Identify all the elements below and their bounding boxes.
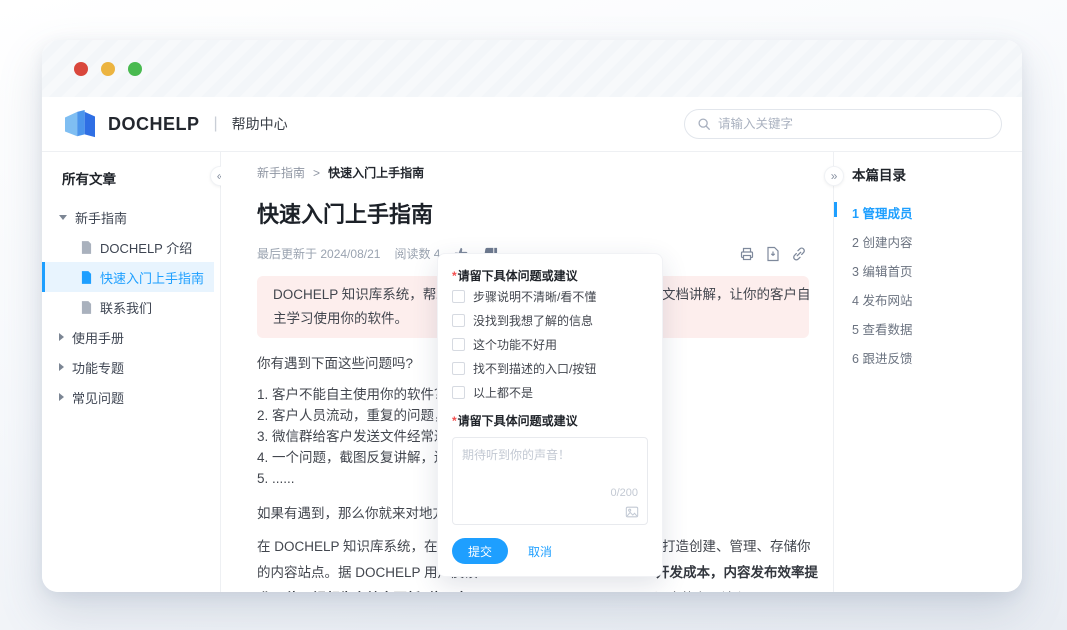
sidebar-item-feature-topics[interactable]: 功能专题 <box>42 352 214 382</box>
checkbox-label: 找不到描述的入口/按钮 <box>473 360 596 377</box>
window-titlebar <box>42 40 1022 97</box>
doc-icon <box>81 241 92 254</box>
search-box[interactable] <box>684 109 1002 139</box>
checkbox-label: 没找到我想了解的信息 <box>473 312 593 329</box>
checkbox[interactable] <box>452 314 465 327</box>
toc-item-view-data[interactable]: 5 查看数据 <box>834 314 1022 343</box>
checkbox-label: 以上都不是 <box>473 384 533 401</box>
dialog-section-label: *请留下具体问题或建议 <box>452 412 648 429</box>
doc-icon <box>81 271 92 284</box>
caret-right-icon <box>59 393 64 401</box>
print-icon[interactable] <box>739 246 755 262</box>
minimize-window-button[interactable] <box>101 62 115 76</box>
caret-right-icon <box>59 333 64 341</box>
required-mark: * <box>452 269 457 283</box>
toc-item-create-content[interactable]: 2 创建内容 <box>834 227 1022 256</box>
checkbox-label: 这个功能不好用 <box>473 336 557 353</box>
updated-date: 最后更新于 2024/08/21 <box>257 245 380 262</box>
dialog-section-label: *请留下具体问题或建议 <box>452 267 648 284</box>
feedback-textarea-wrap: 0/200 <box>452 437 648 525</box>
sidebar-item-xinshou-zhinan[interactable]: 新手指南 <box>42 202 214 232</box>
browser-window: DOCHELP | 帮助中心 所有文章 « 新手指南 <box>42 40 1022 592</box>
close-window-button[interactable] <box>74 62 88 76</box>
char-counter: 0/200 <box>610 487 638 499</box>
app-name: 帮助中心 <box>232 114 288 134</box>
tree-label: 常见问题 <box>72 388 124 407</box>
caret-right-icon <box>59 363 64 371</box>
caret-down-icon <box>59 215 67 220</box>
feedback-textarea[interactable] <box>453 438 647 490</box>
toc-panel: » 本篇目录 1 管理成员 2 创建内容 3 编辑首页 4 发布网站 5 查看数… <box>833 152 1022 592</box>
closing-text: 打造创建、管理、存储你 <box>662 534 811 560</box>
brand[interactable]: DOCHELP | 帮助中心 <box>62 109 288 139</box>
articles-sidebar: 所有文章 « 新手指南 DOCHELP 介绍 快速入门上手指南 <box>42 152 221 592</box>
breadcrumb-separator: > <box>313 166 320 180</box>
app-header: DOCHELP | 帮助中心 <box>42 97 1022 152</box>
closing-text: 识库的主要流程： <box>654 586 762 592</box>
toc-title: 本篇目录 <box>834 164 1022 184</box>
checkbox[interactable] <box>452 362 465 375</box>
checkbox-label: 步骤说明不清晰/看不懂 <box>473 288 596 305</box>
tree-label: 功能专题 <box>72 358 124 377</box>
checkbox[interactable] <box>452 338 465 351</box>
sidebar-item-dochelp-intro[interactable]: DOCHELP 介绍 <box>42 232 214 262</box>
toc-item-edit-homepage[interactable]: 3 编辑首页 <box>834 256 1022 285</box>
dochelp-logo-icon <box>62 109 98 139</box>
toc-item-publish-site[interactable]: 4 发布网站 <box>834 285 1022 314</box>
expand-toc-icon[interactable]: » <box>824 166 844 186</box>
export-doc-icon[interactable] <box>765 246 781 262</box>
closing-text: 升50倍，视频生产效率更新4倍，客 <box>257 591 469 592</box>
feedback-option-row[interactable]: 这个功能不好用 <box>452 333 648 356</box>
toc-item-follow-feedback[interactable]: 6 跟进反馈 <box>834 343 1022 372</box>
feedback-dialog: *请留下具体问题或建议 步骤说明不清晰/看不懂 没找到我想了解的信息 这个功能不… <box>437 253 663 577</box>
search-input[interactable] <box>718 117 989 131</box>
tree-label: 联系我们 <box>100 298 152 317</box>
breadcrumb-current: 快速入门上手指南 <box>328 164 424 181</box>
breadcrumb-parent[interactable]: 新手指南 <box>257 164 305 181</box>
attach-image-icon[interactable] <box>625 505 639 519</box>
tree-label: 新手指南 <box>75 208 127 227</box>
copy-link-icon[interactable] <box>791 246 807 262</box>
sidebar-title: 所有文章 <box>62 168 210 188</box>
cancel-button[interactable]: 取消 <box>528 543 552 560</box>
feedback-option-row[interactable]: 以上都不是 <box>452 381 648 404</box>
brand-name: DOCHELP <box>108 114 200 135</box>
tree-label: DOCHELP 介绍 <box>100 238 192 257</box>
brand-divider: | <box>214 115 218 133</box>
read-count: 阅读数 4 <box>394 245 440 262</box>
article-tree: 新手指南 DOCHELP 介绍 快速入门上手指南 联系我们 使用手册 <box>42 202 220 412</box>
feedback-option-row[interactable]: 找不到描述的入口/按钮 <box>452 357 648 380</box>
submit-button[interactable]: 提交 <box>452 538 508 564</box>
search-icon <box>697 117 711 131</box>
checkbox[interactable] <box>452 386 465 399</box>
toc-list: 1 管理成员 2 创建内容 3 编辑首页 4 发布网站 5 查看数据 6 跟进反… <box>834 198 1022 372</box>
tree-label: 使用手册 <box>72 328 124 347</box>
sidebar-item-faq[interactable]: 常见问题 <box>42 382 214 412</box>
maximize-window-button[interactable] <box>128 62 142 76</box>
tree-label: 快速入门上手指南 <box>100 268 204 287</box>
breadcrumb: 新手指南 > 快速入门上手指南 <box>257 164 809 181</box>
page-title: 快速入门上手指南 <box>257 197 809 229</box>
doc-icon <box>81 301 92 314</box>
sidebar-item-user-manual[interactable]: 使用手册 <box>42 322 214 352</box>
banner-text: 文档讲解，让你的客户自 <box>662 283 811 307</box>
toc-item-manage-members[interactable]: 1 管理成员 <box>834 198 1022 227</box>
checkbox[interactable] <box>452 290 465 303</box>
feedback-option-row[interactable]: 步骤说明不清晰/看不懂 <box>452 285 648 308</box>
sidebar-item-quick-start[interactable]: 快速入门上手指南 <box>42 262 214 292</box>
feedback-option-row[interactable]: 没找到我想了解的信息 <box>452 309 648 332</box>
required-mark: * <box>452 414 457 428</box>
closing-text: 开发成本，内容发布效率提 <box>656 560 818 586</box>
sidebar-item-contact-us[interactable]: 联系我们 <box>42 292 214 322</box>
